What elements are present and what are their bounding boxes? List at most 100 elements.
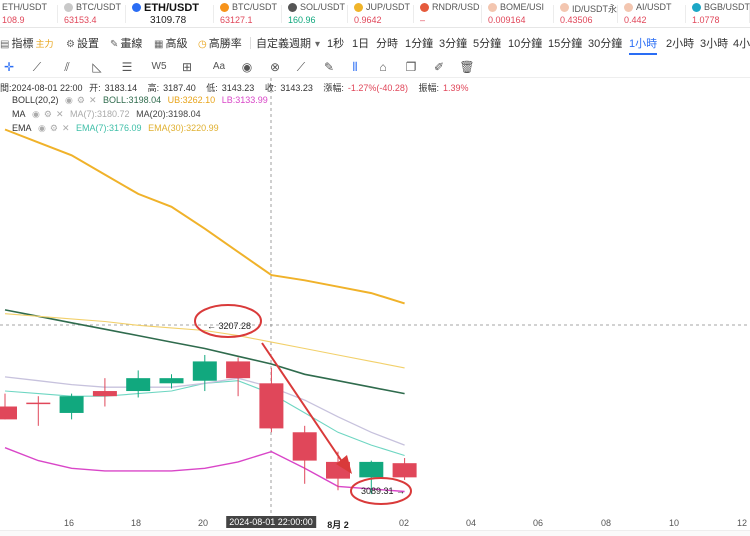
clock-icon: ◷: [198, 39, 207, 50]
high-label: 高:: [147, 83, 160, 93]
period-tab[interactable]: 1日: [352, 35, 369, 51]
draw-label: 畫線: [120, 38, 143, 50]
triangle-icon[interactable]: ◺: [88, 58, 106, 76]
trash-icon[interactable]: 🗑: [458, 58, 476, 76]
gear-icon[interactable]: ⚙: [50, 123, 58, 133]
eye-icon[interactable]: ◉: [32, 109, 40, 119]
ma-name: MA: [12, 109, 26, 119]
x-axis-label: 06: [532, 518, 544, 528]
custom-period-dropdown[interactable]: 自定義週期 ▾: [256, 35, 322, 51]
ticker-divider: [553, 5, 554, 23]
period-tab[interactable]: 1秒: [327, 35, 344, 51]
eye-icon[interactable]: ◉: [238, 58, 256, 76]
menu-lines-icon[interactable]: ☰: [118, 58, 136, 76]
low-label: 低:: [206, 83, 218, 93]
ohlc-time: 間:2024-08-01 22:00: [0, 83, 83, 93]
plus-box-icon[interactable]: ⊞: [178, 58, 196, 76]
ticker-divider: [685, 5, 686, 23]
open-value: 3183.14: [104, 83, 138, 93]
ticker-item[interactable]: BGB/USDT 1.0778: [688, 0, 750, 27]
ticker-item[interactable]: JUP/USDT 0.9642: [350, 0, 414, 27]
id-icon: [560, 3, 569, 12]
ticker-item[interactable]: RNDR/USD –: [416, 0, 482, 27]
parallel-line-icon[interactable]: ⫽: [58, 58, 76, 76]
period-tab[interactable]: 30分鐘: [588, 35, 622, 51]
x-axis: 16 18 20 8月 2 02 04 06 08 10 12 2024-08-01 22:00:0…: [0, 516, 750, 530]
bars-icon[interactable]: ⫴: [346, 58, 364, 76]
draw-button[interactable]: ✎ 畫線: [110, 35, 142, 51]
period-tab[interactable]: 15分鐘: [548, 35, 582, 51]
price-chart[interactable]: ← 3207.28 3089.31 → 間:2024-08-01 22:00 开:…: [0, 78, 750, 516]
period-tab[interactable]: 分時: [376, 35, 398, 51]
ticker-item[interactable]: BTC/USDT 63153.4: [60, 0, 126, 27]
ticker-price: 0.43506: [560, 15, 593, 25]
amp-value: 1.39%: [442, 83, 469, 93]
gear-icon[interactable]: ⚙: [44, 109, 52, 119]
close-icon[interactable]: ✕: [56, 109, 64, 119]
period-tab[interactable]: 10分鐘: [508, 35, 542, 51]
advanced-button[interactable]: ▦ 高級: [154, 35, 187, 51]
ticker-item[interactable]: BTC/USDT 63127.1: [216, 0, 282, 27]
x-axis-label: 12: [736, 518, 748, 528]
eye-icon[interactable]: ◉: [65, 95, 73, 105]
open-label: 开:: [89, 83, 101, 93]
ma20-value: MA(20):3198.04: [136, 109, 201, 119]
ruler-icon[interactable]: ⟋: [292, 58, 310, 76]
pencil-icon[interactable]: ✎: [320, 58, 338, 76]
chart-canvas[interactable]: ← 3207.28 3089.31 →: [0, 78, 750, 516]
indicator-label: 指標: [11, 38, 34, 50]
ema-row: EMA ◉ ⚙ ✕ EMA(7):3176.09 EMA(30):3220.99: [12, 123, 223, 134]
x-axis-label: 10: [668, 518, 680, 528]
ticker-symbol: BTC/USDT: [76, 2, 121, 12]
close-icon[interactable]: ✕: [62, 123, 70, 133]
indicator-button[interactable]: ▤ 指標 主力: [0, 35, 53, 51]
chart-toolbar: ▤ 指標 主力 ⚙ 設置 ✎ 畫線 ▦ 高級 ◷ 高勝率 自定義週期 ▾ 1秒 1日 分時 1分鐘 3…: [0, 31, 750, 55]
ticker-item[interactable]: AI/USDT 0.442: [620, 0, 686, 27]
magnet-icon[interactable]: ⊗: [266, 58, 284, 76]
lock-icon[interactable]: ⌂: [374, 58, 392, 76]
period-tab[interactable]: 3分鐘: [439, 35, 467, 51]
x-axis-label: 20: [197, 518, 209, 528]
toolbar-divider: [250, 37, 251, 49]
crosshair-time-label: 2024-08-01 22:00:00: [226, 516, 316, 528]
edit-icon[interactable]: ✐: [430, 58, 448, 76]
text-icon[interactable]: Aa: [208, 58, 230, 76]
ticker-item[interactable]: SOL/USDT 160.96: [284, 0, 348, 27]
ticker-price: 3109.78: [150, 15, 187, 26]
ticker-price: 160.96: [288, 15, 316, 25]
trend-line-icon[interactable]: ⟋: [28, 58, 46, 76]
ticker-symbol: JUP/USDT: [366, 2, 411, 12]
x-axis-label: 02: [398, 518, 410, 528]
crosshair-icon[interactable]: ✛: [0, 58, 18, 76]
period-tab[interactable]: 3小時: [700, 35, 728, 51]
bgb-icon: [692, 3, 701, 12]
ai-icon: [624, 3, 633, 12]
ticker-symbol: ETH/USDT: [144, 2, 199, 14]
eye-icon[interactable]: ◉: [38, 123, 46, 133]
ticker-divider: [125, 5, 126, 23]
ticker-item[interactable]: ETH/USDT 3109.78: [128, 0, 214, 27]
ma-row: MA ◉ ⚙ ✕ MA(7):3180.72 MA(20):3198.04: [12, 109, 205, 120]
close-icon[interactable]: ✕: [89, 95, 97, 105]
line-ma7: [4, 380, 405, 457]
settings-button[interactable]: ⚙ 設置: [66, 35, 99, 51]
ticker-item[interactable]: ID/USDT永 0.43506: [556, 0, 618, 27]
eth-icon: [132, 3, 141, 12]
bome-icon: [488, 3, 497, 12]
ticker-item[interactable]: BOME/USI 0.009164: [484, 0, 554, 27]
period-tab[interactable]: 1小時: [629, 35, 658, 55]
boll-ub-value: UB:3262.10: [167, 95, 216, 105]
period-tab[interactable]: 2小時: [666, 35, 694, 51]
ticker-symbol: BGB/USDT: [704, 2, 750, 12]
period-tab[interactable]: 5分鐘: [473, 35, 501, 51]
period-tab[interactable]: 1分鐘: [405, 35, 433, 51]
copy-icon[interactable]: ❐: [402, 58, 420, 76]
candle-body: [59, 396, 84, 413]
ticker-divider: [347, 5, 348, 23]
ticker-symbol: ETH/USDT: [2, 2, 47, 12]
high-rate-button[interactable]: ◷ 高勝率: [198, 35, 242, 51]
gear-icon[interactable]: ⚙: [77, 95, 85, 105]
ticker-item[interactable]: ETH/USDT 108.9: [0, 0, 58, 27]
period-tab[interactable]: 4小: [733, 35, 750, 51]
wave-icon[interactable]: W5: [148, 58, 170, 76]
